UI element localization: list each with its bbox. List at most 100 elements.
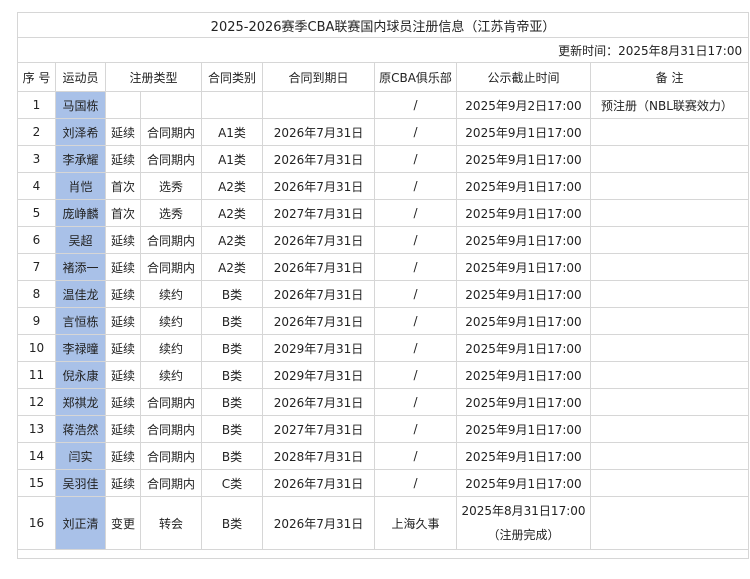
cell-publicity-deadline: 2025年9月1日17:00 xyxy=(456,361,591,389)
cell-former-club: / xyxy=(374,442,457,470)
cell-registration-detail: 合同期内 xyxy=(140,118,202,146)
table-row: 14 闫实 延续 合同期内 B类 2028年7月31日/2025年9月1日17:00 xyxy=(17,442,750,470)
cell-contract-expiry: 2026年7月31日 xyxy=(262,280,375,308)
table-row: 6 吴超 延续 合同期内 A2类 2026年7月31日/2025年9月1日17:00 xyxy=(17,226,750,254)
cell-registration-kind: 首次 xyxy=(105,172,141,200)
header-contract-expiry: 合同到期日 xyxy=(262,62,375,92)
cell-publicity-deadline: 2025年9月1日17:00 xyxy=(456,334,591,362)
cell-registration-kind: 延续 xyxy=(105,145,141,173)
cell-former-club: / xyxy=(374,253,457,281)
cell-contract-expiry: 2026年7月31日 xyxy=(262,307,375,335)
cell-contract-category: A2类 xyxy=(201,226,263,254)
cell-remark xyxy=(589,226,750,254)
cell-former-club: / xyxy=(374,280,457,308)
cell-contract-expiry: 2026年7月31日 xyxy=(262,469,375,497)
cell-no: 11 xyxy=(17,361,56,389)
cell-contract-category: A2类 xyxy=(201,172,263,200)
cell-former-club: / xyxy=(374,469,457,497)
cell-player: 郑祺龙 xyxy=(55,388,106,416)
cell-publicity-deadline: 2025年9月1日17:00 xyxy=(456,199,591,227)
cell-contract-category: A1类 xyxy=(201,118,263,146)
cell-publicity-deadline: 2025年9月1日17:00 xyxy=(456,253,591,281)
cell-contract-expiry: 2028年7月31日 xyxy=(262,442,375,470)
cell-player: 李禄曈 xyxy=(55,334,106,362)
cell-former-club: / xyxy=(374,388,457,416)
cell-contract-category: B类 xyxy=(201,361,263,389)
table-row: 12 郑祺龙 延续 合同期内 B类 2026年7月31日/2025年9月1日17:00 xyxy=(17,388,750,416)
table-row: 13 蒋浩然 延续 合同期内 B类 2027年7月31日/2025年9月1日17:00 xyxy=(17,415,750,443)
cell-former-club: / xyxy=(374,118,457,146)
cell-player: 言恒栋 xyxy=(55,307,106,335)
cell-former-club: 上海久事 xyxy=(374,496,457,550)
cell-former-club: / xyxy=(374,307,457,335)
cell-no: 16 xyxy=(17,496,56,550)
cell-player: 李承耀 xyxy=(55,145,106,173)
cell-registration-kind: 延续 xyxy=(105,307,141,335)
cell-registration-detail: 合同期内 xyxy=(140,253,202,281)
page: 2025-2026赛季CBA联赛国内球员注册信息（江苏肯帝亚） 更新时间：202… xyxy=(0,0,750,579)
cell-publicity-deadline: 2025年9月1日17:00 xyxy=(456,469,591,497)
cell-contract-expiry: 2029年7月31日 xyxy=(262,361,375,389)
cell-player: 倪永康 xyxy=(55,361,106,389)
cell-no: 6 xyxy=(17,226,56,254)
cell-contract-expiry: 2026年7月31日 xyxy=(262,226,375,254)
cell-registration-detail: 合同期内 xyxy=(140,442,202,470)
cell-contract-expiry: 2026年7月31日 xyxy=(262,172,375,200)
header-no: 序 号 xyxy=(17,62,56,92)
cell-contract-category: A1类 xyxy=(201,145,263,173)
cell-player: 温佳龙 xyxy=(55,280,106,308)
cell-contract-expiry: 2026年7月31日 xyxy=(262,253,375,281)
cell-registration-kind: 延续 xyxy=(105,253,141,281)
cell-former-club: / xyxy=(374,199,457,227)
cell-registration-kind: 延续 xyxy=(105,334,141,362)
cell-remark xyxy=(589,280,750,308)
cell-registration-detail: 选秀 xyxy=(140,199,202,227)
table-row: 16 刘正清 变更 转会 B类 2026年7月31日 上海久事 2025年8月31日17:00… xyxy=(17,496,750,550)
cell-player: 刘泽希 xyxy=(55,118,106,146)
cell-contract-category: A2类 xyxy=(201,199,263,227)
header-row: 序 号 运动员 注册类型 合同类别 合同到期日 原CBA俱乐部 公示截止时间 备… xyxy=(17,62,750,92)
table-row: 11 倪永康 延续 续约 B类 2029年7月31日/2025年9月1日17:00 xyxy=(17,361,750,389)
table-row: 4 肖恺 首次 选秀 A2类 2026年7月31日/2025年9月1日17:00 xyxy=(17,172,750,200)
table-row: 15 吴羽佳 延续 合同期内 C类 2026年7月31日/2025年9月1日17:00 xyxy=(17,469,750,497)
table-title: 2025-2026赛季CBA联赛国内球员注册信息（江苏肯帝亚） xyxy=(16,12,750,38)
cell-player: 褚添一 xyxy=(55,253,106,281)
cell-remark: 预注册（NBL联赛效力） xyxy=(589,91,750,119)
update-time: 更新时间：2025年8月31日17:00 xyxy=(16,37,750,63)
cell-player: 刘正清 xyxy=(55,496,106,550)
cell-contract-expiry: 2029年7月31日 xyxy=(262,334,375,362)
cell-contract-expiry xyxy=(262,91,375,119)
table-row: 10 李禄曈 延续 续约 B类 2029年7月31日/2025年9月1日17:00 xyxy=(17,334,750,362)
cell-remark xyxy=(589,469,750,497)
header-publicity-deadline: 公示截止时间 xyxy=(456,62,591,92)
cell-remark xyxy=(589,415,750,443)
table-row: 8 温佳龙 延续 续约 B类 2026年7月31日/2025年9月1日17:00 xyxy=(17,280,750,308)
cell-former-club: / xyxy=(374,91,457,119)
cell-registration-kind xyxy=(105,91,141,119)
cell-registration-detail: 续约 xyxy=(140,334,202,362)
cell-registration-detail: 合同期内 xyxy=(140,388,202,416)
cell-player: 庞峥麟 xyxy=(55,199,106,227)
cell-registration-kind: 延续 xyxy=(105,388,141,416)
cell-remark xyxy=(589,145,750,173)
cell-registration-detail xyxy=(140,91,202,119)
table-row: 9 言恒栋 延续 续约 B类 2026年7月31日/2025年9月1日17:00 xyxy=(17,307,750,335)
table-row: 2 刘泽希 延续 合同期内 A1类 2026年7月31日/2025年9月1日17:00 xyxy=(17,118,750,146)
cutoff-cell xyxy=(16,549,750,559)
cell-publicity-deadline: 2025年9月1日17:00 xyxy=(456,388,591,416)
cell-contract-expiry: 2027年7月31日 xyxy=(262,199,375,227)
cell-no: 9 xyxy=(17,307,56,335)
cell-registration-detail: 选秀 xyxy=(140,172,202,200)
cell-publicity-deadline: 2025年8月31日17:00 （注册完成） xyxy=(456,496,591,550)
header-former-club: 原CBA俱乐部 xyxy=(374,62,457,92)
cell-publicity-deadline: 2025年9月1日17:00 xyxy=(456,442,591,470)
cell-registration-detail: 续约 xyxy=(140,280,202,308)
table-row: 3 李承耀 延续 合同期内 A1类 2026年7月31日/2025年9月1日17:00 xyxy=(17,145,750,173)
cell-player: 马国栋 xyxy=(55,91,106,119)
cell-registration-kind: 延续 xyxy=(105,415,141,443)
cell-contract-category: B类 xyxy=(201,442,263,470)
cell-former-club: / xyxy=(374,226,457,254)
deadline-note: （注册完成） xyxy=(487,528,560,542)
cell-registration-kind: 延续 xyxy=(105,118,141,146)
cell-registration-kind: 首次 xyxy=(105,199,141,227)
